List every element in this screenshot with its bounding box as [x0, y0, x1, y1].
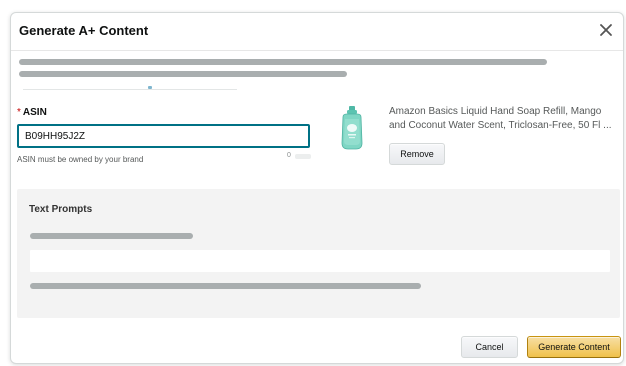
loading-placeholder-line: [19, 59, 547, 65]
loading-placeholder-line: [30, 233, 193, 239]
loading-placeholder-line: [30, 283, 421, 289]
close-icon: [600, 24, 612, 36]
soap-bottle-icon: [341, 106, 363, 150]
remove-button[interactable]: Remove: [389, 143, 445, 165]
character-count-limit: [295, 154, 311, 159]
product-thumbnail: [338, 105, 366, 151]
product-title-line: and Coconut Water Scent, Triclosan-Free,…: [389, 120, 612, 131]
cancel-button[interactable]: Cancel: [461, 336, 518, 358]
modal-header: Generate A+ Content: [11, 13, 623, 51]
text-prompts-panel: Text Prompts: [17, 189, 620, 318]
asin-hint: ASIN must be owned by your brand: [17, 155, 144, 164]
loading-placeholder-line: [19, 71, 347, 77]
divider: [23, 89, 237, 90]
character-count: 0: [287, 152, 291, 159]
required-marker: *: [17, 107, 21, 118]
product-title-line: Amazon Basics Liquid Hand Soap Refill, M…: [389, 106, 602, 117]
asin-input[interactable]: [17, 124, 310, 148]
close-button[interactable]: [595, 19, 617, 41]
generate-content-button[interactable]: Generate Content: [527, 336, 621, 358]
generate-content-modal: Generate A+ Content *ASIN ASIN must be o…: [10, 12, 624, 364]
asin-label-text: ASIN: [22, 107, 47, 118]
asin-label: * ASIN: [17, 107, 47, 118]
divider-marker: [148, 86, 152, 89]
product-title: Amazon Basics Liquid Hand Soap Refill, M…: [389, 105, 621, 133]
modal-title: Generate A+ Content: [19, 23, 149, 38]
prompt-input[interactable]: [30, 250, 610, 272]
text-prompts-title: Text Prompts: [29, 204, 93, 215]
